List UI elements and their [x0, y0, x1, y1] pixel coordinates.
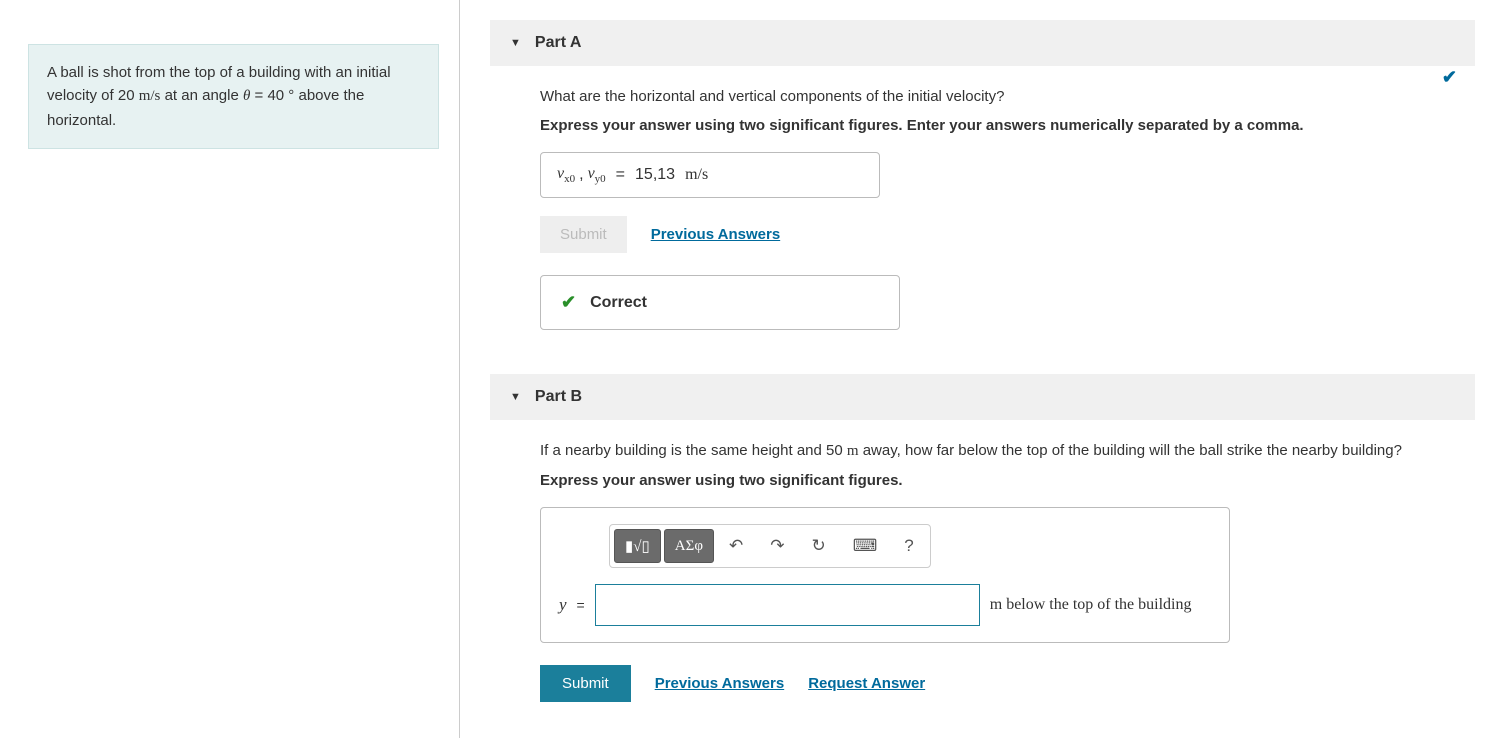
part-b-question: If a nearby building is the same height …: [540, 442, 1455, 460]
part-b-section: ▼ Part B If a nearby building is the sam…: [490, 374, 1475, 734]
answer-unit: m/s: [685, 166, 708, 184]
equals: =: [577, 597, 585, 613]
part-b-body: If a nearby building is the same height …: [490, 420, 1475, 734]
answer-input-container: ▮√▯ ΑΣφ ↶ ↷ ↻ ⌨ ? y = m below the top of…: [540, 507, 1230, 643]
submit-button[interactable]: Submit: [540, 665, 631, 702]
undo-icon[interactable]: ↶: [717, 529, 755, 563]
velocity-unit: m/s: [139, 88, 161, 104]
main-panel: ▼ Part A ✔ What are the horizontal and v…: [460, 0, 1505, 738]
previous-answers-link[interactable]: Previous Answers: [655, 675, 785, 692]
answer-input[interactable]: [595, 584, 980, 626]
check-icon: ✔: [1442, 67, 1457, 88]
problem-text: at an angle: [160, 87, 243, 104]
part-a-body: What are the horizontal and vertical com…: [490, 66, 1475, 340]
part-a-answer-display: vx0, vy0 = 15,13m/s: [540, 152, 880, 198]
reset-icon[interactable]: ↻: [799, 529, 837, 563]
correct-label: Correct: [590, 294, 647, 312]
symbols-button[interactable]: ΑΣφ: [664, 529, 714, 563]
y-label: y: [559, 595, 567, 615]
input-row: y = m below the top of the building: [559, 584, 1211, 626]
equation-toolbar: ▮√▯ ΑΣφ ↶ ↷ ↻ ⌨ ?: [609, 524, 931, 568]
caret-down-icon: ▼: [510, 37, 521, 49]
sub-x0: x0: [564, 173, 575, 185]
part-a-actions: Submit Previous Answers: [540, 216, 1455, 253]
submit-button: Submit: [540, 216, 627, 253]
keyboard-icon[interactable]: ⌨: [841, 529, 890, 563]
part-a-section: ▼ Part A ✔ What are the horizontal and v…: [490, 20, 1475, 340]
part-b-header[interactable]: ▼ Part B: [490, 374, 1475, 420]
unit-suffix: m below the top of the building: [990, 596, 1192, 614]
problem-statement: A ball is shot from the top of a buildin…: [28, 44, 439, 149]
var-vy: v: [588, 165, 595, 182]
equals: =: [616, 166, 625, 184]
request-answer-link[interactable]: Request Answer: [808, 675, 925, 692]
help-icon[interactable]: ?: [892, 529, 925, 563]
part-a-instruction: Express your answer using two significan…: [540, 117, 1455, 134]
correct-feedback: ✔ Correct: [540, 275, 900, 330]
sub-y0: y0: [595, 173, 606, 185]
q-text: away, how far below the top of the build…: [859, 442, 1402, 459]
part-b-title: Part B: [535, 388, 582, 406]
q-unit: m: [847, 443, 859, 459]
redo-icon[interactable]: ↷: [758, 529, 796, 563]
part-a-title: Part A: [535, 34, 582, 52]
degree-symbol: °: [284, 87, 294, 104]
part-a-question: What are the horizontal and vertical com…: [540, 88, 1455, 105]
q-text: If a nearby building is the same height …: [540, 442, 847, 459]
part-a-header[interactable]: ▼ Part A ✔: [490, 20, 1475, 66]
angle-value: = 40: [250, 87, 284, 104]
template-button[interactable]: ▮√▯: [614, 529, 661, 563]
previous-answers-link[interactable]: Previous Answers: [651, 226, 781, 243]
part-b-actions: Submit Previous Answers Request Answer: [540, 665, 1455, 702]
left-panel: A ball is shot from the top of a buildin…: [0, 0, 460, 738]
answer-value: 15,13: [635, 166, 675, 184]
part-b-instruction: Express your answer using two significan…: [540, 472, 1455, 489]
check-icon: ✔: [561, 292, 576, 313]
caret-down-icon: ▼: [510, 391, 521, 403]
comma: ,: [579, 166, 583, 184]
